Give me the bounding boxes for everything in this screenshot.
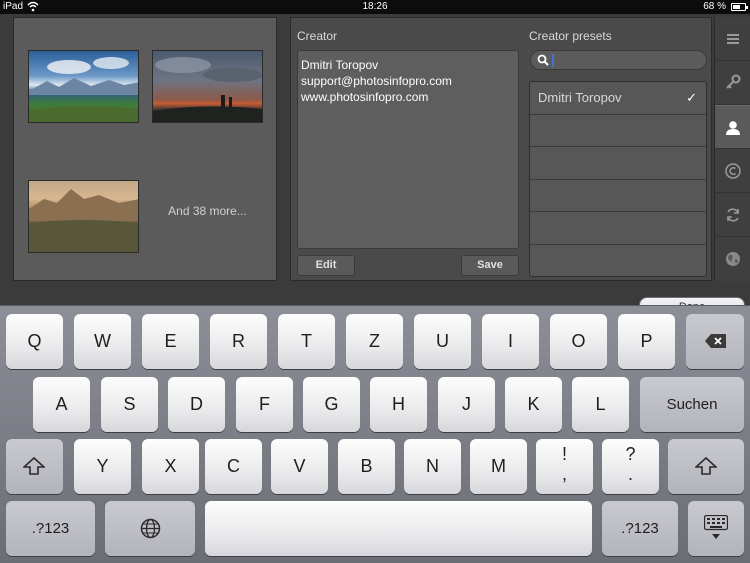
metadata-tabs [714, 17, 750, 281]
key-v[interactable]: V [271, 439, 328, 494]
battery-percentage: 68 % [703, 1, 726, 12]
more-photos-label: And 38 more... [168, 204, 247, 218]
key-a[interactable]: A [33, 377, 90, 432]
key-g[interactable]: G [303, 377, 360, 432]
tab-keywords[interactable] [715, 61, 750, 105]
key-question-period[interactable]: ?. [602, 439, 659, 494]
key-k[interactable]: K [505, 377, 562, 432]
edit-button[interactable]: Edit [297, 255, 355, 276]
globe-icon [140, 518, 161, 539]
key-z[interactable]: Z [346, 314, 403, 369]
checkmark-icon: ✓ [686, 90, 697, 105]
backspace-key[interactable] [686, 314, 744, 369]
photo-thumbnail-valley[interactable] [28, 180, 139, 253]
key-m[interactable]: M [470, 439, 527, 494]
key-c[interactable]: C [205, 439, 262, 494]
key-b[interactable]: B [338, 439, 395, 494]
tab-sync[interactable] [715, 193, 750, 237]
key-i[interactable]: I [482, 314, 539, 369]
key-t[interactable]: T [278, 314, 335, 369]
key-lower-char: . [627, 464, 633, 484]
key-x[interactable]: X [142, 439, 199, 494]
app-area: And 38 more... Creator Creator presets D… [0, 14, 750, 317]
clock: 18:26 [362, 1, 388, 12]
keyboard-dismiss-icon [704, 515, 728, 539]
copyright-icon [725, 163, 741, 179]
status-bar: iPad 18:26 68 % [0, 0, 750, 14]
key-p[interactable]: P [618, 314, 675, 369]
key-y[interactable]: Y [74, 439, 131, 494]
presets-search-input[interactable] [530, 50, 707, 70]
space-bar[interactable] [205, 501, 592, 556]
preset-row[interactable]: Dmitri Toropov ✓ [530, 82, 706, 115]
key-q[interactable]: Q [6, 314, 63, 369]
tab-general[interactable] [715, 17, 750, 61]
creator-email-line: support@photosinfopro.com [301, 74, 452, 88]
key-o[interactable]: O [550, 314, 607, 369]
key-u[interactable]: U [414, 314, 471, 369]
key-d[interactable]: D [168, 377, 225, 432]
preset-row-empty [530, 115, 706, 147]
key-l[interactable]: L [572, 377, 629, 432]
shift-icon [695, 457, 717, 475]
menu-icon [727, 34, 739, 44]
battery-icon [731, 3, 748, 11]
preset-row-empty [530, 212, 706, 245]
key-s[interactable]: S [101, 377, 158, 432]
search-icon [537, 54, 549, 66]
key-upper-char: ? [625, 444, 636, 464]
backspace-icon [705, 334, 726, 348]
sync-icon [727, 208, 739, 222]
search-key[interactable]: Suchen [640, 377, 744, 432]
creator-website-line: www.photosinfopro.com [301, 90, 429, 104]
key-w[interactable]: W [74, 314, 131, 369]
key-lower-char: , [561, 464, 567, 484]
creator-presets-list: Dmitri Toropov ✓ [529, 81, 707, 277]
shift-key-right[interactable] [668, 439, 744, 494]
tab-copyright[interactable] [715, 149, 750, 193]
key-e[interactable]: E [142, 314, 199, 369]
photo-thumbnail-lake[interactable] [28, 50, 139, 123]
preset-row-empty [530, 180, 706, 212]
creator-name-line: Dmitri Toropov [301, 58, 379, 72]
preset-row-empty [530, 147, 706, 180]
preset-label: Dmitri Toropov [538, 90, 622, 105]
photo-thumbnail-sunset[interactable] [152, 50, 263, 123]
creator-text-area[interactable]: Dmitri Toropov support@photosinfopro.com… [297, 50, 519, 249]
selected-photos-panel: And 38 more... [13, 17, 277, 281]
numbers-key-right[interactable]: .?123 [602, 501, 678, 556]
key-icon [726, 74, 741, 89]
key-exclamation-comma[interactable]: !, [536, 439, 593, 494]
save-button[interactable]: Save [461, 255, 519, 276]
key-upper-char: ! [561, 444, 567, 464]
creator-presets-heading: Creator presets [529, 29, 612, 43]
on-screen-keyboard: Q W E R T Z U I O P A S D F G H J K L Su… [0, 305, 750, 563]
language-key[interactable] [105, 501, 195, 556]
preset-row-empty [530, 245, 706, 277]
tab-location[interactable] [715, 237, 750, 281]
creator-heading: Creator [297, 29, 338, 43]
key-j[interactable]: J [438, 377, 495, 432]
text-cursor [552, 54, 554, 67]
shift-icon [23, 457, 45, 475]
creator-panel: Creator Creator presets Dmitri Toropov s… [290, 17, 712, 281]
key-h[interactable]: H [370, 377, 427, 432]
key-f[interactable]: F [236, 377, 293, 432]
hide-keyboard-key[interactable] [688, 501, 744, 556]
key-n[interactable]: N [404, 439, 461, 494]
key-r[interactable]: R [210, 314, 267, 369]
user-icon [726, 121, 740, 135]
tab-creator[interactable] [715, 105, 750, 149]
shift-key-left[interactable] [6, 439, 63, 494]
globe-icon [726, 252, 740, 266]
numbers-key-left[interactable]: .?123 [6, 501, 95, 556]
